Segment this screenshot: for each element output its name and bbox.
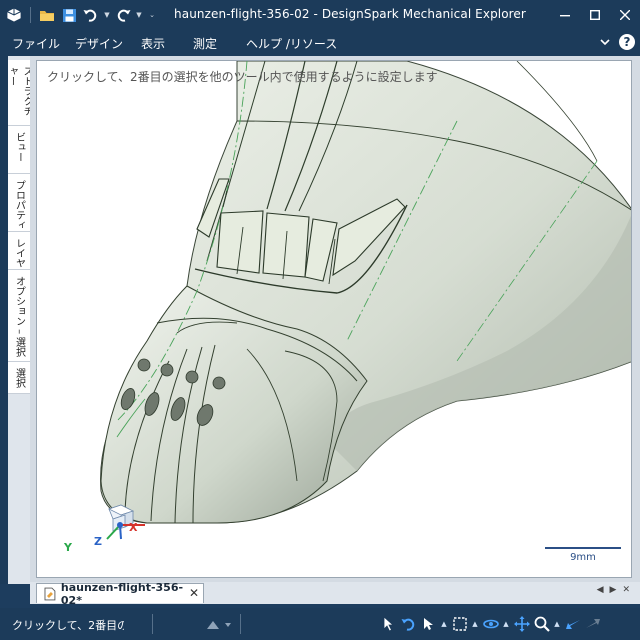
menu-help-resources[interactable]: ヘルプ /リソース <box>246 35 337 52</box>
close-button[interactable] <box>610 0 640 30</box>
3d-viewport[interactable]: クリックして、2番目の選択を他のツール内で使用するように設定します X Y Z … <box>36 60 632 578</box>
side-panel-empty <box>8 394 30 584</box>
pan-icon[interactable] <box>513 614 530 634</box>
title-bar: ▼ ▼ ⌄ haunzen-flight-356-02 - DesignSpar… <box>0 0 640 30</box>
selection-filter-icon[interactable] <box>206 618 232 630</box>
tab-structure[interactable]: ストラクチャー <box>6 60 32 126</box>
view-previous-icon[interactable] <box>564 614 581 634</box>
status-separator <box>240 614 241 634</box>
document-tab-close-icon[interactable]: ✕ <box>189 586 199 600</box>
menu-bar: ファイル デザイン 表示 測定 ヘルプ /リソース ? <box>0 30 640 56</box>
ribbon-collapse-icon[interactable] <box>600 37 610 47</box>
status-bar: クリックして、2番目の選択 ▲ ▲ ▲ ▲ <box>0 608 640 640</box>
tab-select[interactable]: 選択 <box>8 362 30 394</box>
menu-file[interactable]: ファイル <box>12 35 60 52</box>
menu-view[interactable]: 表示 <box>141 35 165 52</box>
tab-list-close-icon[interactable]: ✕ <box>622 585 630 595</box>
scale-bar-label: 9mm <box>570 552 596 563</box>
zoom-icon[interactable] <box>533 614 550 634</box>
tab-scroll-right-icon[interactable]: ▶ <box>610 585 617 595</box>
axis-x-label: X <box>129 521 138 534</box>
app-window: ▼ ▼ ⌄ haunzen-flight-356-02 - DesignSpar… <box>0 0 640 640</box>
axis-z-label: Z <box>94 535 102 548</box>
document-tab[interactable]: haunzen-flight-356-02* ✕ <box>36 581 204 607</box>
tab-scroll-left-icon[interactable]: ◀ <box>597 585 604 595</box>
orbit-icon[interactable] <box>482 614 499 634</box>
undo-select-icon[interactable] <box>400 614 417 634</box>
document-tab-label: haunzen-flight-356-02* <box>60 580 184 607</box>
menu-design[interactable]: デザイン <box>75 35 123 52</box>
menu-right-controls: ? <box>600 33 636 51</box>
orbit-dropdown-arrow[interactable]: ▲ <box>502 614 510 634</box>
status-separator <box>152 614 153 634</box>
menu-measure[interactable]: 測定 <box>193 35 217 52</box>
document-file-icon <box>44 587 56 600</box>
svg-text:?: ? <box>624 35 631 49</box>
window-controls <box>550 0 640 30</box>
document-tab-strip: haunzen-flight-356-02* ✕ ◀ ▶ ✕ <box>30 581 640 607</box>
box-select-icon[interactable] <box>451 614 468 634</box>
status-message: クリックして、2番目の選択 <box>12 619 124 632</box>
select-arrow-icon[interactable] <box>420 614 437 634</box>
tab-properties[interactable]: プロパティ <box>8 174 30 232</box>
scale-bar-line <box>545 547 621 549</box>
scale-bar: 9mm <box>545 547 621 563</box>
tab-layers[interactable]: レイヤ <box>8 232 30 270</box>
box-select-dropdown-arrow[interactable]: ▲ <box>471 614 479 634</box>
side-panel-tabs: ストラクチャー ビュー プロパティ レイヤ オプション – 選択 選択 <box>6 56 32 584</box>
pointer-select-icon[interactable] <box>380 614 397 634</box>
select-dropdown-arrow[interactable]: ▲ <box>440 614 448 634</box>
tab-scroll-controls: ◀ ▶ ✕ <box>597 585 630 595</box>
status-tools: ▲ ▲ ▲ ▲ <box>380 614 601 634</box>
window-title: haunzen-flight-356-02 - DesignSpark Mech… <box>174 7 526 21</box>
viewport-hint-text: クリックして、2番目の選択を他のツール内で使用するように設定します <box>47 70 438 84</box>
tab-views[interactable]: ビュー <box>8 126 30 174</box>
minimize-button[interactable] <box>550 0 580 30</box>
left-dock-edge <box>0 56 8 584</box>
maximize-button[interactable] <box>580 0 610 30</box>
help-icon[interactable]: ? <box>618 33 636 51</box>
zoom-dropdown-arrow[interactable]: ▲ <box>553 614 561 634</box>
axis-y-label: Y <box>64 541 72 554</box>
view-next-icon[interactable] <box>584 614 601 634</box>
tab-options-select[interactable]: オプション – 選択 <box>8 270 30 362</box>
